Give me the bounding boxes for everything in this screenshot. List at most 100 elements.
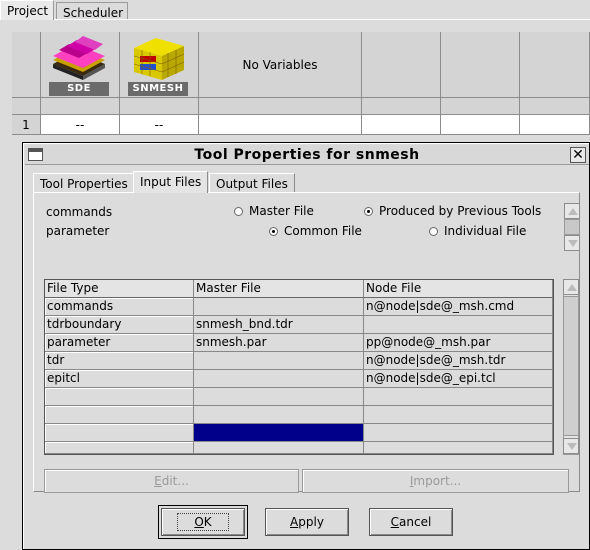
ok-button[interactable]: OK <box>158 505 248 539</box>
master-file-cell[interactable]: snmesh.par <box>194 334 364 352</box>
master-file-cell[interactable] <box>194 370 364 388</box>
grid-spacer <box>120 98 199 115</box>
node-file-cell[interactable]: n@node|sde@_msh.tdr <box>364 352 553 370</box>
file-type-cell: parameter <box>45 334 194 352</box>
grid-spacer <box>41 98 120 115</box>
table-row[interactable]: tdr n@node|sde@_msh.tdr <box>45 352 553 370</box>
node-file-cell[interactable]: n@node|sde@_epi.tcl <box>364 370 553 388</box>
table-scrollbar[interactable] <box>563 279 579 455</box>
edit-button-label: dit... <box>161 474 189 488</box>
table-row[interactable] <box>45 424 553 442</box>
radio-indicator <box>364 206 373 216</box>
node-file-cell[interactable] <box>364 442 553 454</box>
column-header-master-file[interactable]: Master File <box>194 280 364 298</box>
tab-output-files[interactable]: Output Files <box>209 173 295 192</box>
tab-scheduler[interactable]: Scheduler <box>56 2 128 20</box>
tab-tool-properties[interactable]: Tool Properties <box>33 173 135 192</box>
node-cell-snmesh[interactable]: -- <box>120 115 199 135</box>
dialog-titlebar[interactable]: Tool Properties for snmesh ✕ <box>25 145 589 165</box>
edit-button[interactable]: Edit... <box>44 469 299 493</box>
node-cell[interactable] <box>199 115 362 135</box>
node-file-cell[interactable]: pp@node@_msh.par <box>364 334 553 352</box>
grid-spacer <box>362 98 441 115</box>
file-type-cell <box>45 406 194 424</box>
master-file-cell[interactable] <box>194 352 364 370</box>
grid-spacer <box>199 98 362 115</box>
options-scrollbar[interactable] <box>564 203 580 251</box>
node-cell[interactable] <box>362 115 441 135</box>
grid-header-empty <box>520 32 590 98</box>
node-cell-sde[interactable]: -- <box>41 115 120 135</box>
table-header-row: File Type Master File Node File <box>45 280 553 298</box>
file-type-cell: epitcl <box>45 370 194 388</box>
selected-cell[interactable] <box>194 424 364 442</box>
node-file-cell[interactable] <box>364 388 553 406</box>
file-type-cell: tdrboundary <box>45 316 194 334</box>
file-type-cell: commands <box>45 298 194 316</box>
column-header-file-type[interactable]: File Type <box>45 280 194 298</box>
cancel-button[interactable]: Cancel <box>369 508 453 536</box>
ok-button-label: K <box>203 515 212 529</box>
grid-spacer <box>520 98 590 115</box>
tool-label-snmesh: SNMESH <box>128 82 188 96</box>
scroll-up-icon[interactable] <box>564 203 580 219</box>
scroll-up-icon[interactable] <box>563 279 579 295</box>
table-row[interactable]: commands n@node|sde@_msh.cmd <box>45 298 553 316</box>
file-type-cell: tdr <box>45 352 194 370</box>
table-row[interactable]: tdrboundary snmesh_bnd.tdr <box>45 316 553 334</box>
node-file-cell[interactable] <box>364 424 553 442</box>
master-file-cell[interactable] <box>194 388 364 406</box>
tool-header-sde[interactable]: SDE <box>41 32 120 98</box>
apply-button[interactable]: Apply <box>265 508 349 536</box>
file-type-cell <box>45 388 194 406</box>
tab-input-files[interactable]: Input Files <box>133 171 209 193</box>
table-row[interactable] <box>45 406 553 424</box>
scroll-thumb[interactable] <box>563 296 579 436</box>
grid-corner <box>12 32 41 98</box>
snmesh-tool-icon: SNMESH <box>128 34 188 96</box>
radio-indicator <box>234 206 243 216</box>
file-type-cell <box>45 424 194 442</box>
radio-label: Common File <box>284 224 362 238</box>
tool-header-snmesh[interactable]: SNMESH <box>120 32 199 98</box>
radio-master-file[interactable]: Master File <box>234 204 314 218</box>
node-file-cell[interactable] <box>364 316 553 334</box>
table-row[interactable] <box>45 442 553 454</box>
file-type-cell <box>45 442 194 454</box>
radio-produced-by-previous-tools[interactable]: Produced by Previous Tools <box>364 204 541 218</box>
master-file-cell[interactable]: snmesh_bnd.tdr <box>194 316 364 334</box>
parameter-option-label: parameter <box>46 224 110 238</box>
scroll-down-icon[interactable] <box>564 235 580 251</box>
grid-spacer <box>441 98 520 115</box>
scroll-thumb[interactable] <box>564 219 580 235</box>
node-file-cell[interactable]: n@node|sde@_msh.cmd <box>364 298 553 316</box>
column-header-node-file[interactable]: Node File <box>364 280 553 298</box>
table-row[interactable] <box>45 388 553 406</box>
master-file-cell[interactable] <box>194 298 364 316</box>
node-cell[interactable] <box>441 115 520 135</box>
ok-button-mnemonic: O <box>194 515 204 529</box>
radio-indicator <box>269 226 278 236</box>
close-icon[interactable]: ✕ <box>570 147 586 163</box>
radio-individual-file[interactable]: Individual File <box>429 224 526 238</box>
scroll-down-icon[interactable] <box>563 438 579 454</box>
table-row[interactable]: parameter snmesh.par pp@node@_msh.par <box>45 334 553 352</box>
ok-button-focus: OK <box>177 513 229 531</box>
node-file-cell[interactable] <box>364 406 553 424</box>
tab-project[interactable]: Project <box>0 0 54 20</box>
node-cell[interactable] <box>520 115 590 135</box>
project-grid: SDE SNMESH No Variables 1 -- -- <box>12 32 590 150</box>
import-button-label: mport... <box>413 474 462 488</box>
master-file-cell[interactable] <box>194 406 364 424</box>
tool-label-sde: SDE <box>49 82 109 96</box>
sde-tool-icon: SDE <box>49 34 109 96</box>
import-button[interactable]: Import... <box>302 469 569 493</box>
commands-option-label: commands <box>46 205 113 219</box>
grid-spacer <box>12 98 41 115</box>
radio-common-file[interactable]: Common File <box>269 224 362 238</box>
table-row[interactable]: epitcl n@node|sde@_epi.tcl <box>45 370 553 388</box>
radio-label: Master File <box>249 204 314 218</box>
master-file-cell[interactable] <box>194 442 364 454</box>
cancel-button-label: ancel <box>399 515 432 529</box>
variables-header: No Variables <box>199 32 362 98</box>
